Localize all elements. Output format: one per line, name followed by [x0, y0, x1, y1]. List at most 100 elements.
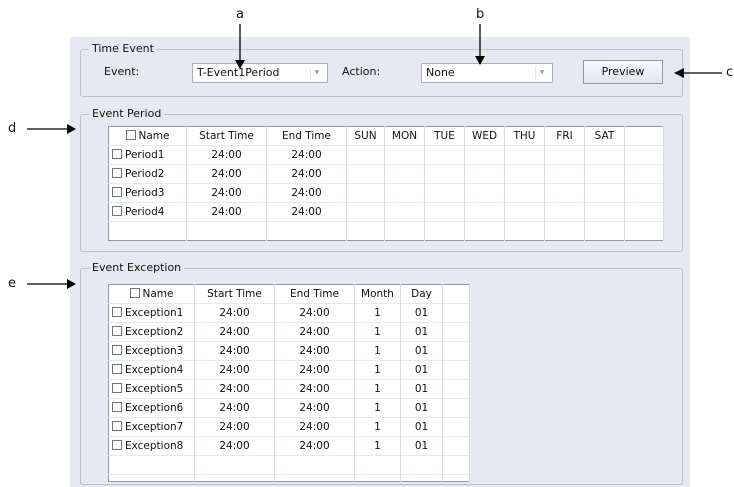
day-cell[interactable] — [384, 145, 425, 165]
month-cell[interactable]: 1 — [354, 322, 401, 342]
month-cell[interactable]: 1 — [354, 417, 401, 437]
end-time-cell[interactable]: 24:00 — [274, 360, 355, 380]
day-cell[interactable] — [424, 183, 465, 203]
column-header[interactable]: SUN — [346, 126, 385, 146]
start-time-cell[interactable]: 24:00 — [186, 145, 267, 165]
day-cell[interactable] — [346, 202, 385, 222]
start-time-cell[interactable]: 24:00 — [194, 322, 275, 342]
day-cell[interactable]: 01 — [400, 322, 443, 342]
month-cell[interactable]: 1 — [354, 341, 401, 361]
preview-button[interactable]: Preview — [583, 60, 663, 84]
day-cell[interactable] — [464, 202, 505, 222]
chevron-down-icon[interactable]: ▼ — [535, 67, 548, 79]
day-cell[interactable] — [346, 183, 385, 203]
column-header[interactable]: Day — [400, 284, 443, 304]
column-header[interactable]: Month — [354, 284, 401, 304]
column-header[interactable]: End Time — [274, 284, 355, 304]
start-time-cell[interactable]: 24:00 — [186, 183, 267, 203]
day-cell[interactable] — [544, 202, 585, 222]
day-cell[interactable] — [584, 164, 625, 184]
row-name[interactable]: Exception6 — [108, 398, 195, 418]
table-row[interactable]: Period2 24:00 24:00 — [108, 164, 664, 184]
table-row[interactable]: Period3 24:00 24:00 — [108, 183, 664, 203]
action-select[interactable]: None ▼ — [421, 63, 553, 83]
day-cell[interactable] — [346, 145, 385, 165]
row-checkbox[interactable] — [112, 326, 122, 336]
row-checkbox[interactable] — [112, 345, 122, 355]
table-row[interactable]: Period1 24:00 24:00 — [108, 145, 664, 165]
start-time-cell[interactable]: 24:00 — [194, 436, 275, 456]
end-time-cell[interactable]: 24:00 — [266, 164, 347, 184]
row-checkbox[interactable] — [112, 187, 122, 197]
end-time-cell[interactable]: 24:00 — [274, 379, 355, 399]
row-checkbox[interactable] — [112, 307, 122, 317]
row-name[interactable]: Exception1 — [108, 303, 195, 323]
column-header[interactable]: End Time — [266, 126, 347, 146]
end-time-cell[interactable]: 24:00 — [274, 322, 355, 342]
day-cell[interactable] — [384, 202, 425, 222]
column-header[interactable]: TUE — [424, 126, 465, 146]
day-cell[interactable]: 01 — [400, 303, 443, 323]
row-checkbox[interactable] — [112, 364, 122, 374]
column-header[interactable]: FRI — [544, 126, 585, 146]
row-checkbox[interactable] — [112, 402, 122, 412]
table-row[interactable]: Exception8 24:00 24:00 1 01 — [108, 436, 470, 456]
end-time-cell[interactable]: 24:00 — [266, 145, 347, 165]
month-cell[interactable]: 1 — [354, 303, 401, 323]
table-row[interactable]: Exception5 24:00 24:00 1 01 — [108, 379, 470, 399]
row-checkbox[interactable] — [112, 383, 122, 393]
column-header[interactable]: MON — [384, 126, 425, 146]
column-header[interactable]: SAT — [584, 126, 625, 146]
table-row[interactable]: Exception7 24:00 24:00 1 01 — [108, 417, 470, 437]
day-cell[interactable] — [464, 164, 505, 184]
start-time-cell[interactable]: 24:00 — [186, 202, 267, 222]
select-all-checkbox[interactable] — [125, 130, 136, 140]
day-cell[interactable]: 01 — [400, 398, 443, 418]
end-time-cell[interactable]: 24:00 — [274, 303, 355, 323]
day-cell[interactable]: 01 — [400, 417, 443, 437]
day-cell[interactable] — [464, 145, 505, 165]
day-cell[interactable] — [504, 164, 545, 184]
end-time-cell[interactable]: 24:00 — [274, 436, 355, 456]
end-time-cell[interactable]: 24:00 — [266, 202, 347, 222]
column-header[interactable]: Start Time — [186, 126, 267, 146]
day-cell[interactable] — [424, 164, 465, 184]
column-header[interactable]: WED — [464, 126, 505, 146]
row-name[interactable]: Period2 — [108, 164, 187, 184]
table-row[interactable]: Exception4 24:00 24:00 1 01 — [108, 360, 470, 380]
row-name[interactable]: Exception5 — [108, 379, 195, 399]
day-cell[interactable] — [584, 183, 625, 203]
start-time-cell[interactable]: 24:00 — [186, 164, 267, 184]
day-cell[interactable]: 01 — [400, 341, 443, 361]
row-name[interactable]: Period4 — [108, 202, 187, 222]
day-cell[interactable] — [584, 202, 625, 222]
row-checkbox[interactable] — [112, 149, 122, 159]
event-select[interactable]: T-Event1Period ▼ — [192, 63, 328, 83]
month-cell[interactable]: 1 — [354, 436, 401, 456]
row-checkbox[interactable] — [112, 440, 122, 450]
day-cell[interactable] — [384, 183, 425, 203]
start-time-cell[interactable]: 24:00 — [194, 303, 275, 323]
table-row[interactable]: Period4 24:00 24:00 — [108, 202, 664, 222]
month-cell[interactable]: 1 — [354, 398, 401, 418]
day-cell[interactable] — [544, 145, 585, 165]
end-time-cell[interactable]: 24:00 — [274, 341, 355, 361]
day-cell[interactable]: 01 — [400, 436, 443, 456]
start-time-cell[interactable]: 24:00 — [194, 379, 275, 399]
row-name[interactable]: Period3 — [108, 183, 187, 203]
day-cell[interactable] — [346, 164, 385, 184]
row-checkbox[interactable] — [112, 421, 122, 431]
select-all-checkbox[interactable] — [129, 288, 140, 298]
start-time-cell[interactable]: 24:00 — [194, 398, 275, 418]
chevron-down-icon[interactable]: ▼ — [310, 67, 323, 79]
day-cell[interactable] — [504, 183, 545, 203]
day-cell[interactable] — [424, 145, 465, 165]
day-cell[interactable]: 01 — [400, 360, 443, 380]
day-cell[interactable] — [464, 183, 505, 203]
column-header[interactable]: THU — [504, 126, 545, 146]
row-checkbox[interactable] — [112, 206, 122, 216]
row-name[interactable]: Exception4 — [108, 360, 195, 380]
month-cell[interactable]: 1 — [354, 379, 401, 399]
day-cell[interactable] — [544, 164, 585, 184]
table-row[interactable]: Exception2 24:00 24:00 1 01 — [108, 322, 470, 342]
